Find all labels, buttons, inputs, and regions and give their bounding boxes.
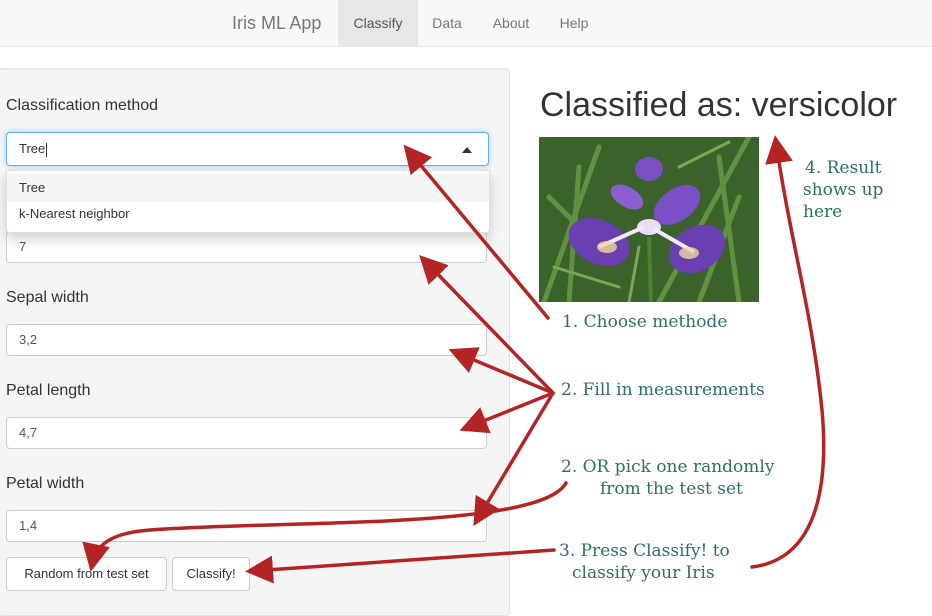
tab-data[interactable]: Data [418, 0, 476, 46]
annotation-step3-line1: 3. Press Classify! to [559, 541, 730, 561]
random-from-test-set-button[interactable]: Random from test set [6, 557, 167, 591]
sepal-length-input[interactable]: 7 [6, 231, 487, 263]
tab-about[interactable]: About [476, 0, 546, 46]
annotation-step1: 1. Choose methode [562, 312, 728, 332]
text-cursor [46, 142, 48, 157]
classify-button[interactable]: Classify! [172, 557, 250, 591]
sepal-width-label: Sepal width [6, 289, 89, 306]
dropdown-option-knn[interactable]: k-Nearest neighbor [7, 200, 489, 228]
app-brand[interactable]: Iris ML App [232, 0, 321, 46]
annotation-step3-line2: classify your Iris [572, 563, 715, 583]
method-select[interactable]: Tree [6, 132, 489, 166]
dropdown-option-tree[interactable]: Tree [7, 174, 489, 202]
navbar: Iris ML App Classify Data About Help [0, 0, 932, 47]
petal-length-input[interactable]: 4,7 [6, 417, 487, 449]
method-label: Classification method [6, 97, 159, 114]
method-select-value: Tree [19, 141, 46, 156]
annotation-step2b-line1: 2. OR pick one randomly [561, 457, 775, 477]
iris-flower-image [539, 137, 759, 302]
annotation-step2: 2. Fill in measurements [561, 380, 765, 400]
petal-length-label: Petal length [6, 382, 91, 399]
annotation-step2b-line2: from the test set [600, 479, 743, 499]
annotation-step4-line2: shows up [803, 180, 884, 200]
caret-up-icon[interactable] [462, 147, 472, 153]
petal-width-label: Petal width [6, 475, 85, 492]
annotation-step4-line1: 4. Result [805, 158, 882, 178]
tab-help[interactable]: Help [546, 0, 602, 46]
result-title: Classified as: versicolor [540, 86, 898, 124]
petal-width-input[interactable]: 1,4 [6, 510, 487, 542]
tab-classify[interactable]: Classify [338, 0, 418, 46]
sepal-width-input[interactable]: 3,2 [6, 324, 487, 356]
method-dropdown: Tree k-Nearest neighbor [6, 170, 490, 233]
annotation-step4-line3: here [803, 202, 843, 222]
